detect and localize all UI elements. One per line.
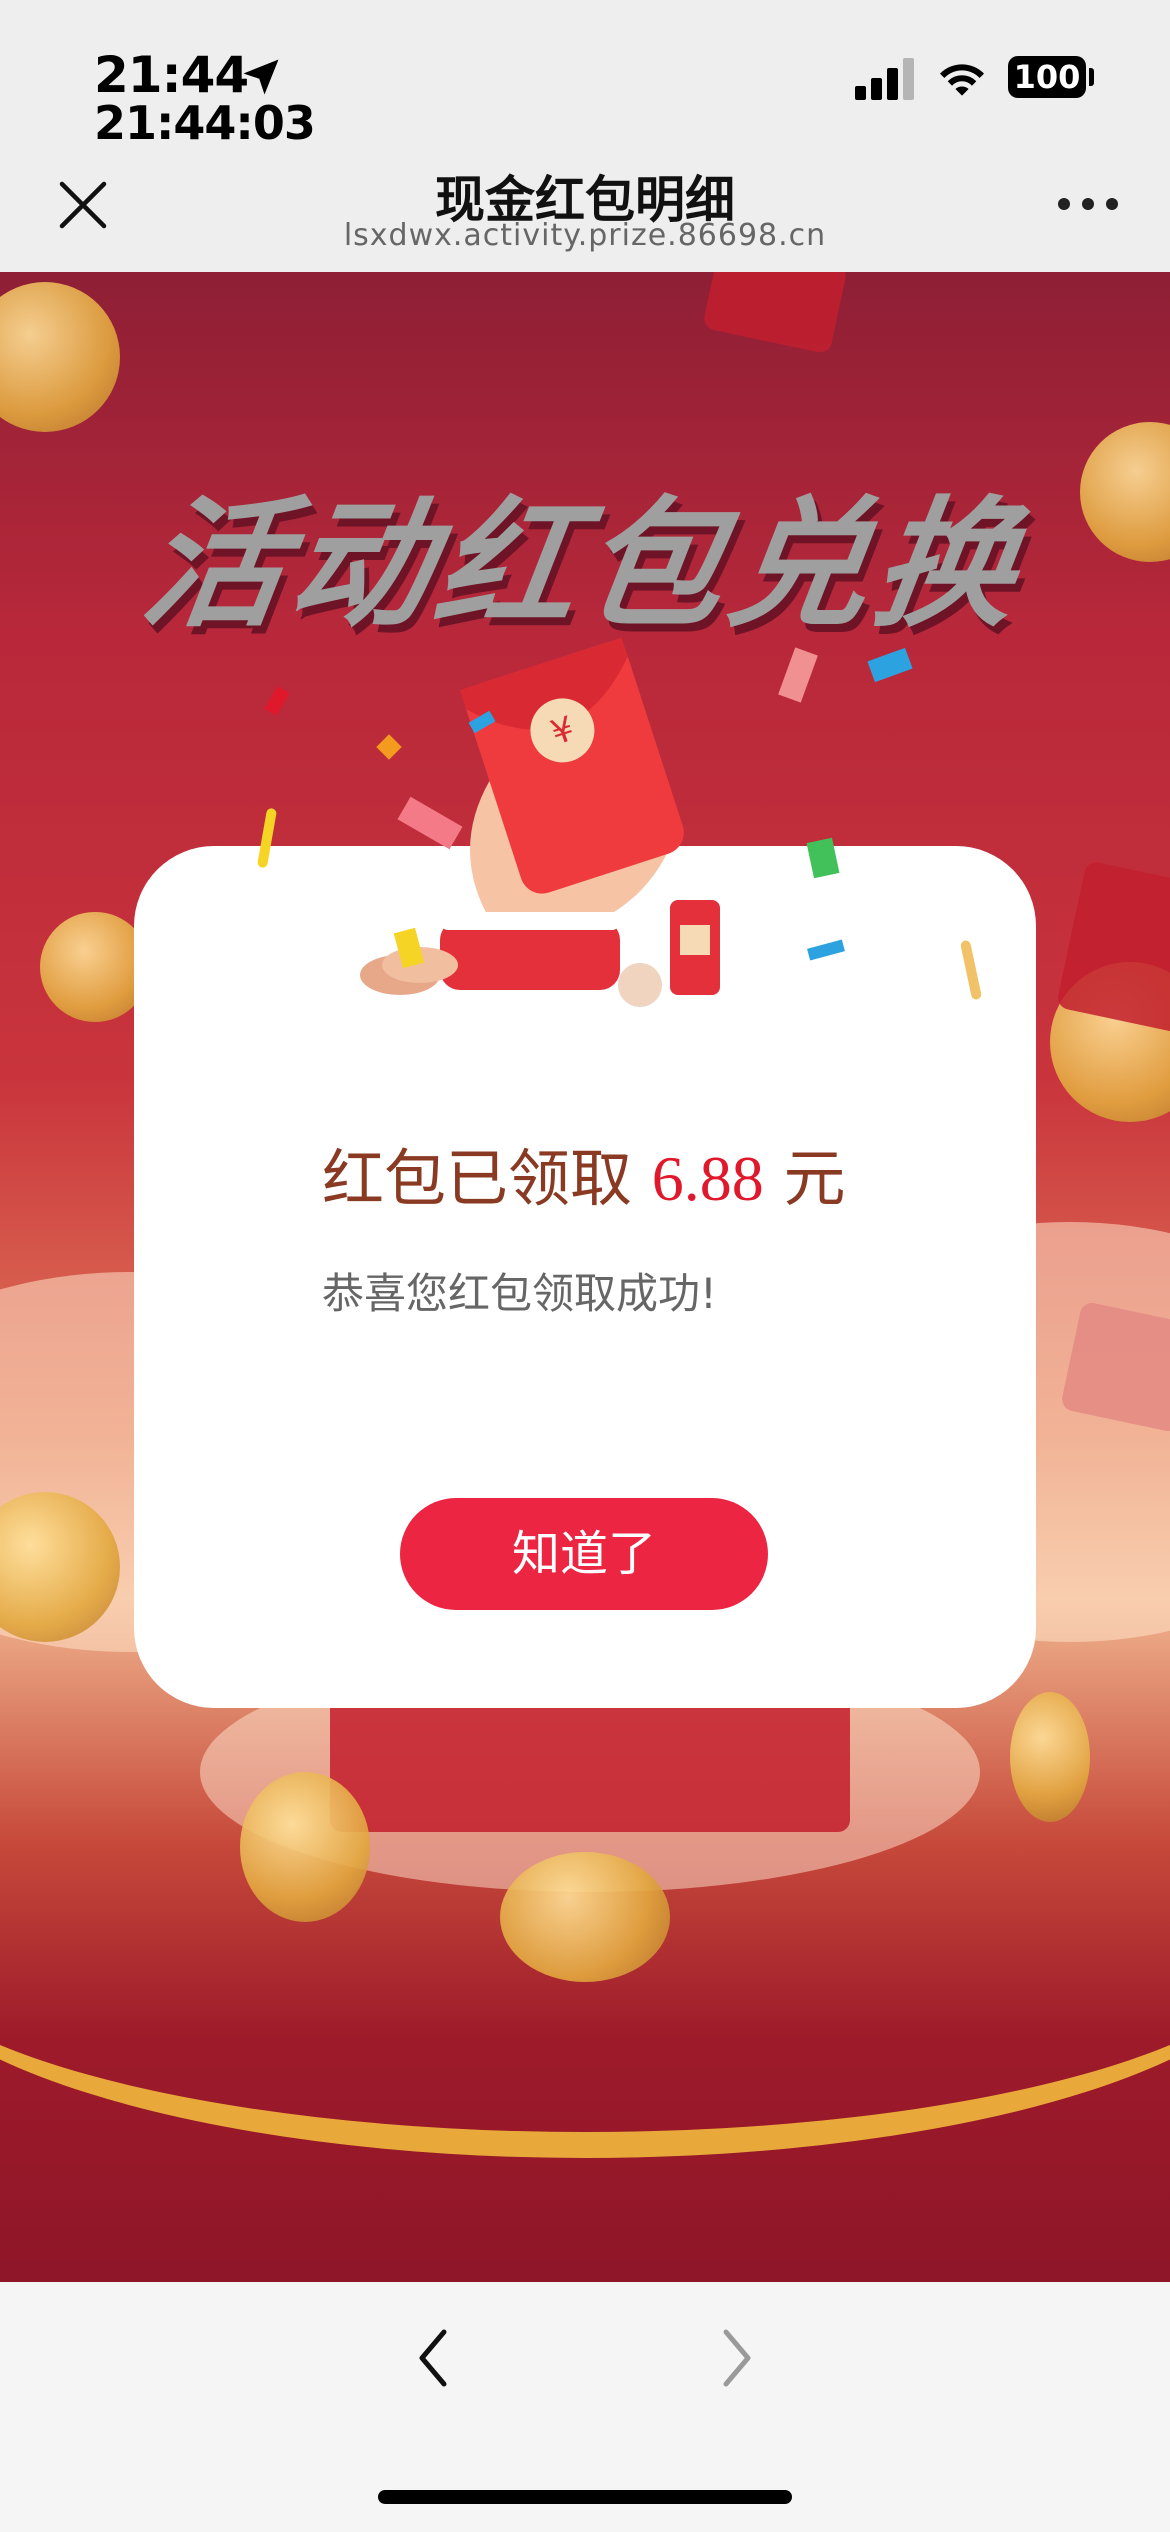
amount-unit: 元 bbox=[783, 1142, 846, 1215]
cellular-signal-icon bbox=[855, 58, 915, 100]
amount-value: 6.88 bbox=[651, 1143, 764, 1214]
wifi-icon bbox=[940, 64, 984, 96]
battery-icon: 100 bbox=[1008, 56, 1086, 98]
modal-title-prefix: 红包已领取 bbox=[322, 1142, 633, 1215]
red-envelope-hand-icon: ¥ bbox=[360, 637, 720, 1007]
more-icon[interactable] bbox=[1058, 198, 1118, 212]
battery-tip bbox=[1089, 68, 1094, 86]
coin-decoration bbox=[0, 282, 120, 432]
status-time-detail: 21:44:03 bbox=[94, 96, 316, 150]
coin-decoration bbox=[240, 1772, 370, 1922]
coin-decoration bbox=[1010, 1692, 1090, 1822]
envelope-decoration bbox=[702, 272, 848, 355]
got-it-button[interactable]: 知道了 bbox=[400, 1498, 768, 1610]
envelope-decoration bbox=[1055, 860, 1170, 1034]
chevron-right-icon[interactable] bbox=[706, 2322, 766, 2394]
modal-title: 红包已领取 6.88 元 bbox=[322, 1128, 845, 1218]
coin-decoration bbox=[500, 1852, 670, 1982]
location-arrow-icon bbox=[243, 59, 279, 95]
page-url: lsxdwx.activity.prize.86698.cn bbox=[343, 218, 827, 253]
success-message: 恭喜您红包领取成功! bbox=[322, 1269, 717, 1318]
chevron-left-icon[interactable] bbox=[404, 2322, 464, 2394]
home-indicator[interactable] bbox=[378, 2490, 792, 2504]
